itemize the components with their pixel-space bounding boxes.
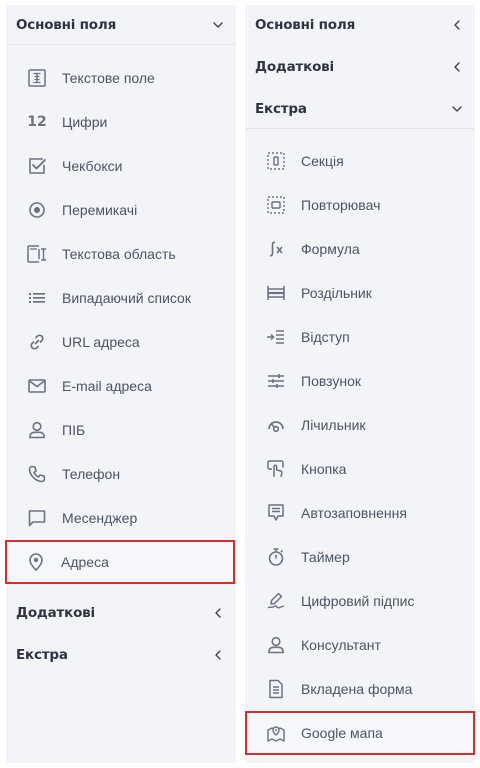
field-address[interactable]: Адреса: [5, 540, 235, 584]
section-title: Екстра: [255, 100, 307, 117]
chat-icon: [26, 507, 48, 529]
field-label: Чекбокси: [62, 158, 123, 174]
nested-form-icon: [265, 678, 287, 700]
chevron-down-icon: [212, 19, 224, 31]
field-label: Випадаючий список: [62, 290, 191, 306]
section-additional-header[interactable]: Додаткові: [6, 593, 236, 633]
section-title: Додаткові: [16, 605, 95, 621]
field-counter[interactable]: Лічильник: [245, 403, 475, 447]
text-field-icon: [26, 67, 48, 89]
repeater-icon: [265, 194, 287, 216]
field-label: Повзунок: [301, 373, 362, 389]
field-label: Цифровий підпис: [301, 593, 415, 609]
map-icon: [265, 722, 287, 744]
field-label: Текстова область: [62, 246, 176, 262]
autocomplete-icon: [265, 502, 287, 524]
right-field-panel: Основні поля Додаткові Екстра Секція Пов…: [245, 5, 475, 763]
location-pin-icon: [25, 551, 47, 573]
chevron-left-icon: [451, 19, 463, 31]
field-numbers[interactable]: 12 Цифри: [6, 100, 236, 144]
field-label: Цифри: [62, 114, 108, 130]
field-radio[interactable]: Перемикачі: [6, 188, 236, 232]
chevron-left-icon: [212, 607, 224, 619]
field-label: URL адреса: [62, 334, 140, 350]
field-label: Відступ: [301, 329, 350, 345]
field-messenger[interactable]: Месенджер: [6, 496, 236, 540]
formula-icon: [265, 238, 287, 260]
field-nested-form[interactable]: Вкладена форма: [245, 667, 475, 711]
section-title: Основні поля: [255, 17, 356, 33]
section-basic-fields-header[interactable]: Основні поля: [245, 5, 475, 45]
field-label: Перемикачі: [62, 202, 138, 218]
field-formula[interactable]: Формула: [245, 227, 475, 271]
field-label: Формула: [301, 241, 360, 257]
checkbox-icon: [26, 155, 48, 177]
consultant-icon: [265, 634, 287, 656]
field-textarea[interactable]: Текстова область: [6, 232, 236, 276]
field-repeater[interactable]: Повторювач: [245, 183, 475, 227]
field-label: Автозаповнення: [301, 505, 407, 521]
field-label: Консультант: [301, 637, 381, 653]
signature-icon: [265, 590, 287, 612]
field-google-map[interactable]: Google мапа: [245, 711, 475, 755]
field-autocomplete[interactable]: Автозаповнення: [245, 491, 475, 535]
field-label: ПІБ: [62, 422, 86, 438]
textarea-icon: [26, 243, 48, 265]
field-label: Повторювач: [301, 197, 381, 213]
chevron-left-icon: [212, 649, 224, 661]
field-label: Лічильник: [301, 417, 366, 433]
section-title: Додаткові: [255, 59, 334, 75]
section-extra-header[interactable]: Екстра: [245, 89, 475, 129]
field-email[interactable]: E-mail адреса: [6, 364, 236, 408]
field-indent[interactable]: Відступ: [245, 315, 475, 359]
person-icon: [26, 419, 48, 441]
timer-icon: [265, 546, 287, 568]
section-basic-fields-header[interactable]: Основні поля: [6, 5, 236, 45]
field-label: Вкладена форма: [301, 681, 413, 697]
field-label: Текстове поле: [62, 70, 155, 86]
link-icon: [26, 331, 48, 353]
radio-icon: [26, 199, 48, 221]
field-timer[interactable]: Таймер: [245, 535, 475, 579]
section-title: Основні поля: [16, 16, 117, 33]
chevron-left-icon: [451, 61, 463, 73]
section-title: Екстра: [16, 647, 68, 663]
section-additional-header[interactable]: Додаткові: [245, 47, 475, 87]
field-section[interactable]: Секція: [245, 139, 475, 183]
field-digital-signature[interactable]: Цифровий підпис: [245, 579, 475, 623]
field-url[interactable]: URL адреса: [6, 320, 236, 364]
chevron-down-icon: [451, 103, 463, 115]
field-button[interactable]: Кнопка: [245, 447, 475, 491]
dropdown-list-icon: [26, 287, 48, 309]
left-field-panel: Основні поля Текстове поле 12 Цифри Чекб…: [5, 5, 236, 763]
field-dropdown[interactable]: Випадаючий список: [6, 276, 236, 320]
button-click-icon: [265, 458, 287, 480]
phone-icon: [26, 463, 48, 485]
slider-icon: [265, 370, 287, 392]
field-checkboxes[interactable]: Чекбокси: [6, 144, 236, 188]
field-phone[interactable]: Телефон: [6, 452, 236, 496]
field-label: Секція: [301, 153, 344, 169]
field-full-name[interactable]: ПІБ: [6, 408, 236, 452]
field-label: Роздільник: [301, 285, 372, 301]
numbers-icon: 12: [27, 114, 47, 130]
field-label: E-mail адреса: [62, 378, 152, 394]
field-text[interactable]: Текстове поле: [6, 56, 236, 100]
indent-icon: [265, 326, 287, 348]
divider-icon: [265, 282, 287, 304]
field-consultant[interactable]: Консультант: [245, 623, 475, 667]
section-icon: [265, 150, 287, 172]
field-label: Месенджер: [62, 510, 138, 526]
field-label: Телефон: [62, 466, 121, 482]
field-slider[interactable]: Повзунок: [245, 359, 475, 403]
section-extra-header[interactable]: Екстра: [6, 635, 236, 675]
field-label: Адреса: [61, 554, 109, 570]
field-divider[interactable]: Роздільник: [245, 271, 475, 315]
mail-icon: [26, 375, 48, 397]
field-label: Кнопка: [301, 461, 347, 477]
field-label: Таймер: [301, 549, 350, 565]
counter-icon: [265, 414, 287, 436]
field-label: Google мапа: [301, 725, 383, 741]
